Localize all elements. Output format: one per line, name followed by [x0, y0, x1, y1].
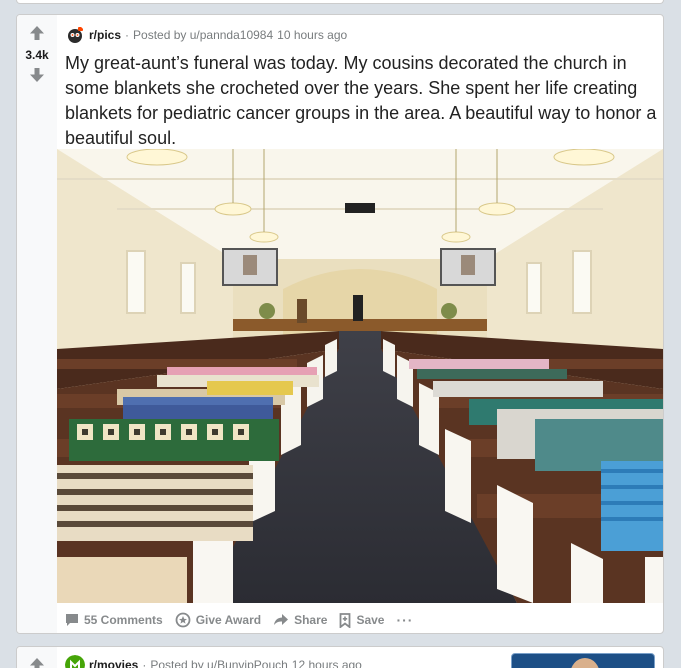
share-icon — [274, 614, 289, 625]
comment-icon — [66, 614, 78, 626]
thumbnail-face — [570, 658, 600, 668]
subreddit-link[interactable]: r/pics — [89, 28, 121, 42]
post-time: 10 hours ago — [277, 28, 348, 42]
save-button[interactable]: Save — [339, 612, 385, 628]
movies-subreddit-icon[interactable] — [65, 655, 85, 668]
next-post-card[interactable]: r/movies · Posted by u/BunvipPouch 12 ho… — [16, 646, 664, 668]
comments-label: 55 Comments — [84, 613, 163, 627]
posted-by-label[interactable]: Posted by u/pannda10984 — [133, 28, 273, 42]
church-photo — [57, 149, 663, 603]
post-title[interactable]: My great-aunt’s funeral was today. My co… — [65, 51, 657, 151]
give-award-button[interactable]: Give Award — [175, 612, 261, 628]
share-label: Share — [294, 613, 328, 627]
upvote-arrow-icon[interactable] — [29, 657, 45, 668]
comments-button[interactable]: 55 Comments — [65, 613, 163, 627]
post-image[interactable] — [57, 149, 663, 603]
ellipsis-icon: ··· — [396, 612, 414, 628]
vote-column: 3.4k — [17, 15, 57, 633]
vote-column — [17, 647, 57, 668]
downvote-arrow-icon[interactable] — [29, 67, 45, 83]
bookmark-icon — [340, 612, 351, 628]
meta-separator: · — [142, 658, 147, 668]
posted-by-label[interactable]: Posted by u/BunvipPouch — [150, 658, 287, 668]
vote-score: 3.4k — [25, 48, 49, 62]
more-options-button[interactable]: ··· — [396, 612, 413, 628]
meta-separator: · — [125, 28, 130, 42]
post-thumbnail[interactable] — [511, 653, 655, 668]
post-time: 12 hours ago — [291, 658, 362, 668]
upvote-arrow-icon[interactable] — [29, 25, 45, 41]
save-label: Save — [356, 613, 385, 627]
post-actions: 55 Comments Give Award Share Save ··· — [65, 609, 425, 631]
post-meta: r/movies · Posted by u/BunvipPouch 12 ho… — [65, 655, 362, 668]
share-button[interactable]: Share — [273, 613, 327, 627]
post-card[interactable]: 3.4k r/pics · Posted by u/pannda10984 10… — [16, 14, 664, 634]
award-label: Give Award — [195, 613, 262, 627]
previous-post-edge — [16, 0, 664, 4]
post-meta: r/pics · Posted by u/pannda10984 10 hour… — [65, 25, 347, 45]
subreddit-avatar-icon[interactable] — [65, 25, 85, 45]
subreddit-link[interactable]: r/movies — [89, 658, 138, 668]
award-icon — [175, 612, 191, 628]
